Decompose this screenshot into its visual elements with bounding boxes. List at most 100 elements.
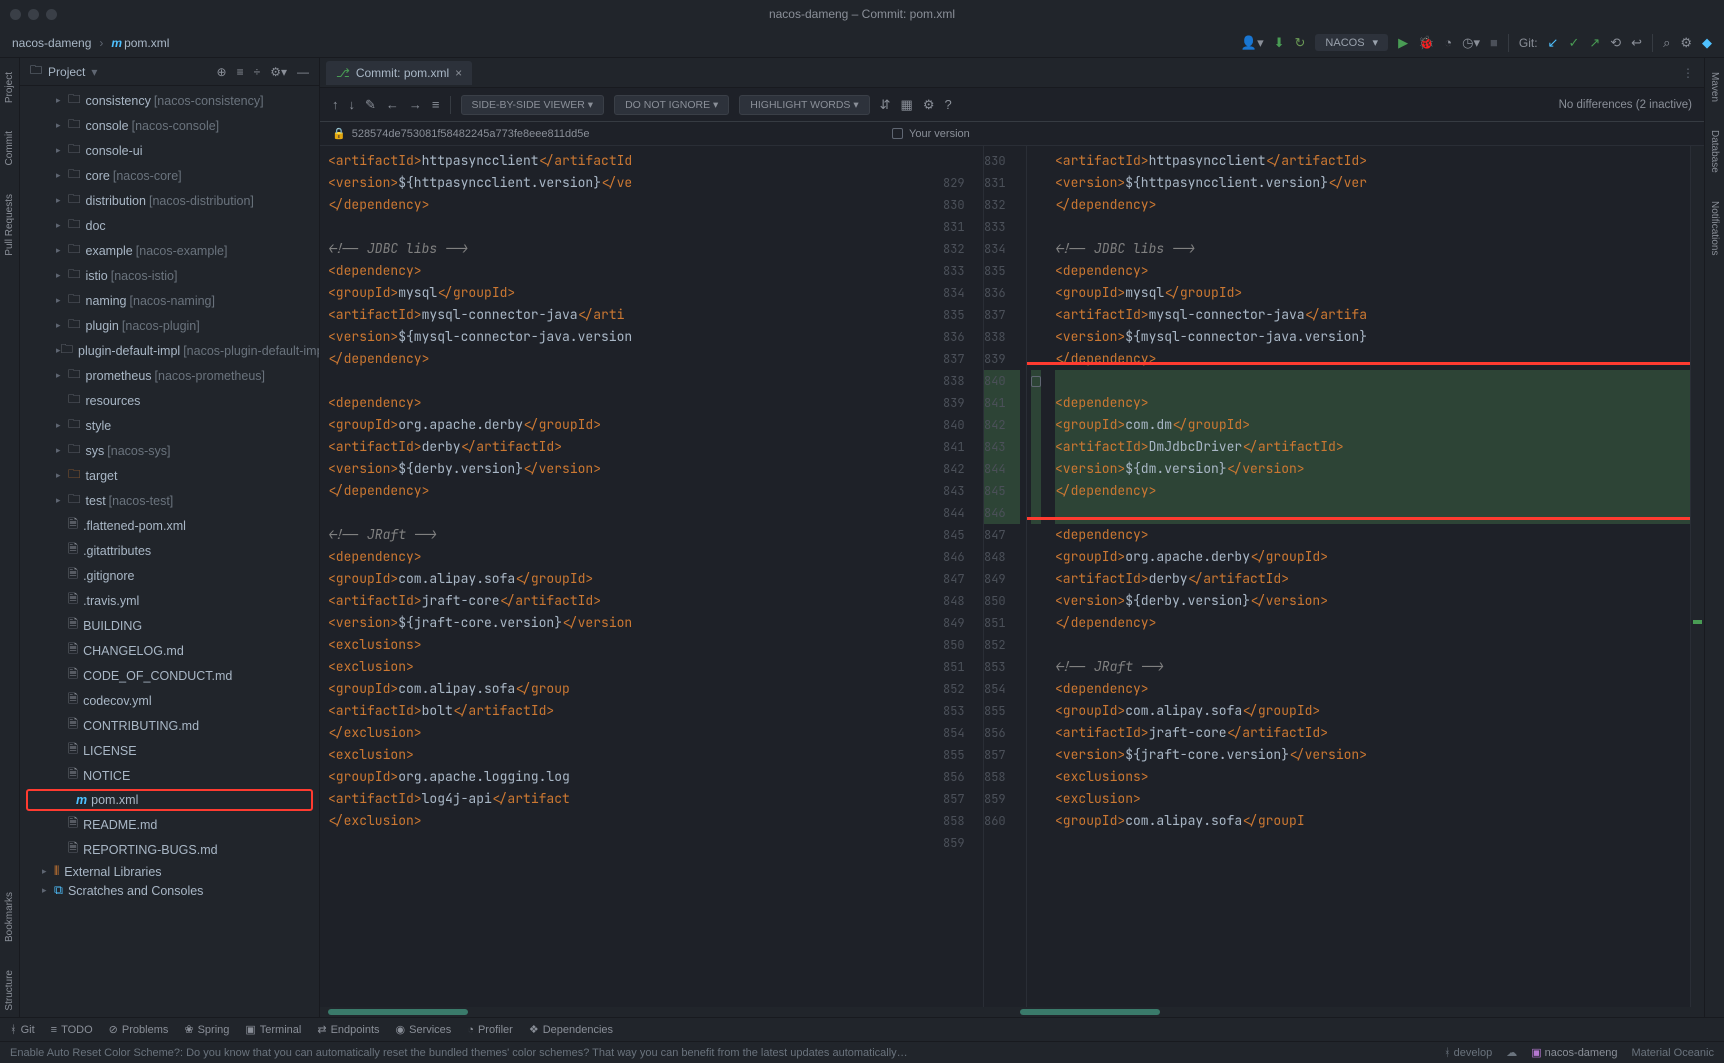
build-icon[interactable]: ⬇ xyxy=(1274,35,1285,51)
hide-icon[interactable]: — xyxy=(297,65,309,79)
max-dot[interactable] xyxy=(46,9,57,20)
tree-node[interactable]: ▸🗀prometheus[nacos-prometheus] xyxy=(20,363,319,388)
status-git[interactable]: ᚼ Git xyxy=(10,1024,35,1036)
run-icon[interactable]: ▶ xyxy=(1398,35,1408,51)
tree-node[interactable]: ▸🗀core[nacos-core] xyxy=(20,163,319,188)
breadcrumb-root[interactable]: nacos-dameng xyxy=(12,36,91,50)
help-icon[interactable]: ? xyxy=(945,97,952,112)
tree-node[interactable]: 🗎.flattened-pom.xml xyxy=(20,513,319,538)
status-spring[interactable]: ❀ Spring xyxy=(184,1023,229,1036)
tree-node[interactable]: 🗎README.md xyxy=(20,812,319,837)
tree-node[interactable]: 🗎BUILDING xyxy=(20,613,319,638)
sync-scroll-icon[interactable]: ▦ xyxy=(901,97,913,113)
edit-icon[interactable]: ✎ xyxy=(365,97,376,113)
ignore-selector[interactable]: DO NOT IGNORE ▾ xyxy=(614,95,729,115)
strip-maven[interactable]: Maven xyxy=(1709,66,1720,108)
prev-diff-icon[interactable]: ↑ xyxy=(332,97,339,112)
tree-node[interactable]: ▸🗀test[nacos-test] xyxy=(20,488,319,513)
tree-node[interactable]: ▸🗀distribution[nacos-distribution] xyxy=(20,188,319,213)
status-terminal[interactable]: ▣ Terminal xyxy=(245,1023,301,1036)
tree-node[interactable]: ▸🗀style xyxy=(20,413,319,438)
run-config-selector[interactable]: NACOS▾ xyxy=(1315,34,1388,51)
settings-icon[interactable]: ⚙ xyxy=(1680,35,1692,51)
collapse-all-icon[interactable]: ÷ xyxy=(254,65,261,79)
tree-node[interactable]: ▸🗀plugin[nacos-plugin] xyxy=(20,313,319,338)
your-version-check[interactable]: Your version xyxy=(892,128,970,140)
tree-node[interactable]: 🗎CONTRIBUTING.md xyxy=(20,713,319,738)
run-config-icon[interactable]: ↻ xyxy=(1295,35,1306,51)
status-todo[interactable]: ≡ TODO xyxy=(51,1024,93,1036)
viewer-mode-selector[interactable]: SIDE-BY-SIDE VIEWER ▾ xyxy=(461,95,605,115)
tree-node[interactable]: 🗎CODE_OF_CONDUCT.md xyxy=(20,663,319,688)
strip-structure[interactable]: Structure xyxy=(4,964,15,1017)
select-opened-icon[interactable]: ⊕ xyxy=(217,65,227,79)
tree-node[interactable]: 🗎LICENSE xyxy=(20,738,319,763)
tree-node[interactable]: ▸⧉Scratches and Consoles xyxy=(20,881,319,900)
hscroll-left[interactable] xyxy=(328,1009,468,1015)
strip-database[interactable]: Database xyxy=(1709,124,1720,179)
right-code[interactable]: <artifactId>httpasyncclient</artifactId>… xyxy=(1047,146,1690,1007)
tree-node[interactable]: ▸🗀istio[nacos-istio] xyxy=(20,263,319,288)
tree-node[interactable]: 🗎codecov.yml xyxy=(20,688,319,713)
project-tree[interactable]: ▸🗀consistency[nacos-consistency]▸🗀consol… xyxy=(20,86,319,1017)
tree-node[interactable]: 🗎.gitattributes xyxy=(20,538,319,563)
tree-node[interactable]: mpom.xml xyxy=(28,791,311,809)
tab-menu-icon[interactable]: ⋮ xyxy=(1682,66,1694,80)
git-update-icon[interactable]: ↙ xyxy=(1548,35,1559,51)
strip-pull-requests[interactable]: Pull Requests xyxy=(4,188,15,262)
branch-indicator[interactable]: ᚼ develop xyxy=(1444,1047,1492,1059)
strip-notifications[interactable]: Notifications xyxy=(1709,195,1720,261)
coverage-icon[interactable]: ◔ xyxy=(1444,35,1452,50)
strip-bookmarks[interactable]: Bookmarks xyxy=(4,886,15,948)
nav-fwd-icon[interactable]: → xyxy=(409,97,422,112)
highlight-selector[interactable]: HIGHLIGHT WORDS ▾ xyxy=(739,95,869,115)
close-dot[interactable] xyxy=(10,9,21,20)
stop-icon[interactable]: ■ xyxy=(1490,35,1498,50)
checkbox-icon[interactable] xyxy=(892,128,903,139)
tree-node[interactable]: ▸🗀consistency[nacos-consistency] xyxy=(20,88,319,113)
git-rollback-icon[interactable]: ↩ xyxy=(1631,35,1642,51)
debug-icon[interactable]: 🐞 xyxy=(1418,35,1434,51)
min-dot[interactable] xyxy=(28,9,39,20)
tree-node[interactable]: ▸🗀naming[nacos-naming] xyxy=(20,288,319,313)
theme-indicator[interactable]: Material Oceanic xyxy=(1631,1047,1714,1059)
tab-commit-pom[interactable]: ⎇ Commit: pom.xml × xyxy=(326,61,472,85)
hscroll-right[interactable] xyxy=(1020,1009,1160,1015)
profile-icon[interactable]: ◷▾ xyxy=(1462,35,1480,51)
strip-project[interactable]: Project xyxy=(4,66,15,109)
close-tab-icon[interactable]: × xyxy=(455,66,462,80)
ide-icon[interactable]: ◆ xyxy=(1702,35,1712,51)
status-services[interactable]: ◉ Services xyxy=(396,1023,452,1036)
tree-node[interactable]: ▸🗀console-ui xyxy=(20,138,319,163)
search-icon[interactable]: ⌕ xyxy=(1663,35,1670,51)
tree-node[interactable]: ▸🗀doc xyxy=(20,213,319,238)
tree-node[interactable]: ▸🗀example[nacos-example] xyxy=(20,238,319,263)
tree-node[interactable]: ▸🗀console[nacos-console] xyxy=(20,113,319,138)
project-indicator[interactable]: ▣ nacos-dameng xyxy=(1531,1046,1617,1059)
list-icon[interactable]: ≡ xyxy=(432,97,440,112)
chevron-down-icon[interactable]: ▾ xyxy=(91,65,97,79)
status-problems[interactable]: ⊘ Problems xyxy=(109,1023,169,1036)
vcs-cloud-icon[interactable]: ☁ xyxy=(1506,1046,1517,1059)
tree-node[interactable]: 🗎NOTICE xyxy=(20,763,319,788)
tree-node[interactable]: 🗎CHANGELOG.md xyxy=(20,638,319,663)
collapse-icon[interactable]: ⇵ xyxy=(880,97,891,113)
expand-all-icon[interactable]: ≡ xyxy=(237,65,244,79)
status-endpoints[interactable]: ⇄ Endpoints xyxy=(317,1023,379,1036)
tree-node[interactable]: ▸🗀target xyxy=(20,463,319,488)
tree-node[interactable]: 🗀resources xyxy=(20,388,319,413)
status-dependencies[interactable]: ❖ Dependencies xyxy=(529,1023,613,1036)
breadcrumb-file[interactable]: mpom.xml xyxy=(111,36,169,50)
nav-back-icon[interactable]: ← xyxy=(386,97,399,112)
status-profiler[interactable]: ◔ Profiler xyxy=(467,1024,513,1036)
overview-ruler[interactable] xyxy=(1690,146,1704,1007)
tree-node[interactable]: 🗎REPORTING-BUGS.md xyxy=(20,837,319,862)
tree-node[interactable]: 🗎.travis.yml xyxy=(20,588,319,613)
git-push-icon[interactable]: ↗ xyxy=(1589,35,1600,51)
tree-node[interactable]: ▸🗀sys[nacos-sys] xyxy=(20,438,319,463)
avatar-icon[interactable]: 👤▾ xyxy=(1241,35,1264,51)
strip-commit[interactable]: Commit xyxy=(4,125,15,171)
git-commit-icon[interactable]: ✓ xyxy=(1568,35,1579,51)
gear-icon[interactable]: ⚙ xyxy=(923,97,935,113)
tree-node[interactable]: ▸🗀plugin-default-impl[nacos-plugin-defau… xyxy=(20,338,319,363)
